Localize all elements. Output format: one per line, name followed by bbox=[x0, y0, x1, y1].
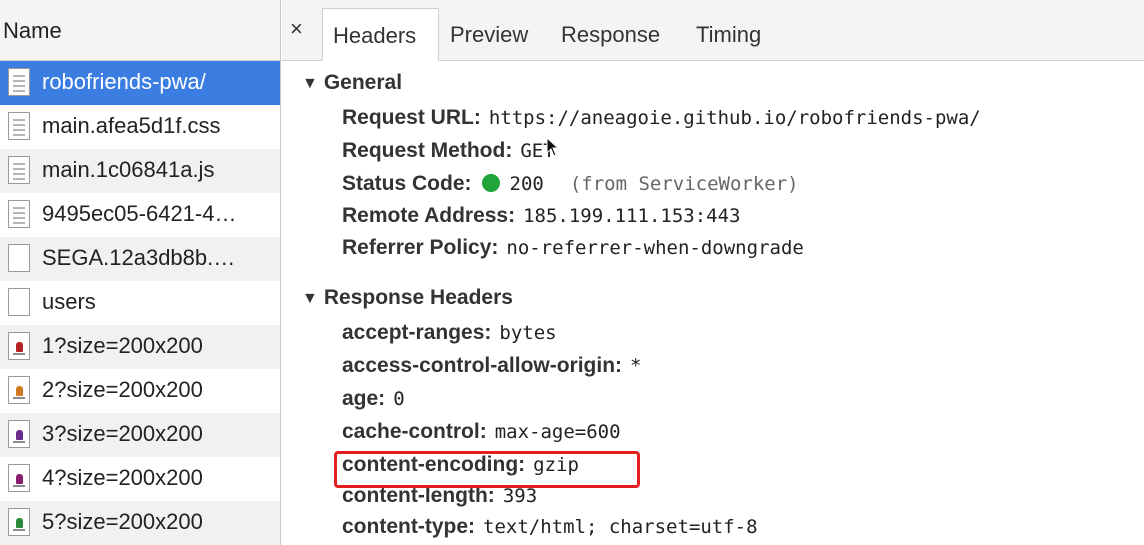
remote-address-row: Remote Address: 185.199.111.153:443 bbox=[342, 204, 740, 236]
request-details-panel: × Headers Preview Response Timing ▼ Gener… bbox=[282, 0, 1144, 545]
request-name: 5?size=200x200 bbox=[42, 509, 203, 534]
header-key: age: bbox=[342, 387, 386, 410]
request-row[interactable]: robofriends-pwa/ bbox=[0, 61, 280, 105]
request-name: main.afea5d1f.css bbox=[42, 113, 221, 138]
request-name: users bbox=[42, 289, 96, 314]
request-name: 3?size=200x200 bbox=[42, 421, 203, 446]
header-value: bytes bbox=[499, 322, 557, 344]
status-code-row: Status Code: 200 (from ServiceWorker) bbox=[342, 172, 799, 204]
request-row[interactable]: SEGA.12a3db8b.… bbox=[0, 237, 280, 281]
remote-address-key: Remote Address: bbox=[342, 204, 516, 227]
request-url-value: https://aneagoie.github.io/robofriends-p… bbox=[488, 107, 981, 129]
request-row[interactable]: 4?size=200x200 bbox=[0, 457, 280, 501]
document-icon bbox=[8, 156, 30, 184]
close-icon[interactable]: × bbox=[290, 16, 303, 42]
header-row: access-control-allow-origin: * bbox=[342, 354, 642, 386]
tab-response[interactable]: Response bbox=[561, 8, 660, 61]
header-row: content-length: 393 bbox=[342, 484, 537, 516]
robot-image-icon bbox=[8, 508, 30, 536]
request-name: 1?size=200x200 bbox=[42, 333, 203, 358]
request-row[interactable]: 3?size=200x200 bbox=[0, 413, 280, 457]
expand-triangle-icon: ▼ bbox=[302, 290, 318, 307]
status-code-key: Status Code: bbox=[342, 172, 472, 195]
general-section-title: General bbox=[323, 71, 403, 94]
response-headers-section-toggle[interactable]: ▼ Response Headers bbox=[302, 286, 513, 310]
referrer-policy-row: Referrer Policy: no-referrer-when-downgra… bbox=[342, 236, 804, 268]
request-row[interactable]: users bbox=[0, 281, 280, 325]
header-value: max-age=600 bbox=[494, 421, 621, 443]
document-icon bbox=[8, 112, 30, 140]
robot-image-icon bbox=[8, 464, 30, 492]
tab-headers[interactable]: Headers bbox=[322, 8, 439, 61]
request-name: SEGA.12a3db8b.… bbox=[42, 245, 236, 270]
tab-preview[interactable]: Preview bbox=[450, 8, 528, 61]
status-code-note: (from ServiceWorker) bbox=[569, 173, 799, 195]
robot-image-icon bbox=[8, 420, 30, 448]
request-method-row: Request Method: GET bbox=[342, 139, 555, 171]
mouse-cursor-icon bbox=[546, 137, 560, 157]
blank-file-icon bbox=[8, 244, 30, 272]
header-key: access-control-allow-origin: bbox=[342, 354, 623, 377]
request-url-key: Request URL: bbox=[342, 106, 481, 129]
document-icon bbox=[8, 200, 30, 228]
header-row: content-type: text/html; charset=utf-8 bbox=[342, 515, 758, 545]
request-row[interactable]: 2?size=200x200 bbox=[0, 369, 280, 413]
header-row: accept-ranges: bytes bbox=[342, 321, 557, 353]
header-key: cache-control: bbox=[342, 420, 487, 443]
name-column-label: Name bbox=[3, 18, 62, 43]
remote-address-value: 185.199.111.153:443 bbox=[523, 205, 741, 227]
robot-image-icon bbox=[8, 332, 30, 360]
blank-file-icon bbox=[8, 288, 30, 316]
request-row[interactable]: 5?size=200x200 bbox=[0, 501, 280, 545]
request-row[interactable]: 9495ec05-6421-4… bbox=[0, 193, 280, 237]
document-icon bbox=[8, 68, 30, 96]
header-value: 393 bbox=[502, 485, 538, 507]
header-value: * bbox=[630, 355, 642, 377]
header-key: accept-ranges: bbox=[342, 321, 492, 344]
referrer-policy-key: Referrer Policy: bbox=[342, 236, 499, 259]
details-tab-bar: × Headers Preview Response Timing bbox=[282, 0, 1144, 61]
request-row[interactable]: main.1c06841a.js bbox=[0, 149, 280, 193]
header-key: content-type: bbox=[342, 515, 475, 538]
header-row: age: 0 bbox=[342, 387, 405, 419]
header-row: cache-control: max-age=600 bbox=[342, 420, 621, 452]
general-section-toggle[interactable]: ▼ General bbox=[302, 71, 402, 95]
status-ok-dot-icon bbox=[481, 174, 500, 192]
request-row[interactable]: main.afea5d1f.css bbox=[0, 105, 280, 149]
header-value: text/html; charset=utf-8 bbox=[483, 516, 758, 538]
request-method-key: Request Method: bbox=[342, 139, 513, 162]
request-url-row: Request URL: https://aneagoie.github.io/r… bbox=[342, 106, 981, 138]
header-value: 0 bbox=[393, 388, 405, 410]
request-name: 9495ec05-6421-4… bbox=[42, 201, 237, 226]
request-name: main.1c06841a.js bbox=[42, 157, 215, 182]
content-encoding-highlight-box bbox=[334, 451, 640, 488]
referrer-policy-value: no-referrer-when-downgrade bbox=[506, 237, 804, 259]
request-name: robofriends-pwa/ bbox=[42, 69, 206, 94]
expand-triangle-icon: ▼ bbox=[302, 75, 318, 92]
request-name: 4?size=200x200 bbox=[42, 465, 203, 490]
request-list-panel: Name robofriends-pwa/ main.afea5d1f.css … bbox=[0, 0, 281, 545]
name-column-header[interactable]: Name bbox=[0, 0, 280, 61]
robot-image-icon bbox=[8, 376, 30, 404]
status-code-value: 200 bbox=[509, 173, 544, 195]
tab-timing[interactable]: Timing bbox=[696, 8, 761, 61]
request-name: 2?size=200x200 bbox=[42, 377, 203, 402]
request-row[interactable]: 1?size=200x200 bbox=[0, 325, 280, 369]
response-headers-section-title: Response Headers bbox=[323, 286, 513, 309]
